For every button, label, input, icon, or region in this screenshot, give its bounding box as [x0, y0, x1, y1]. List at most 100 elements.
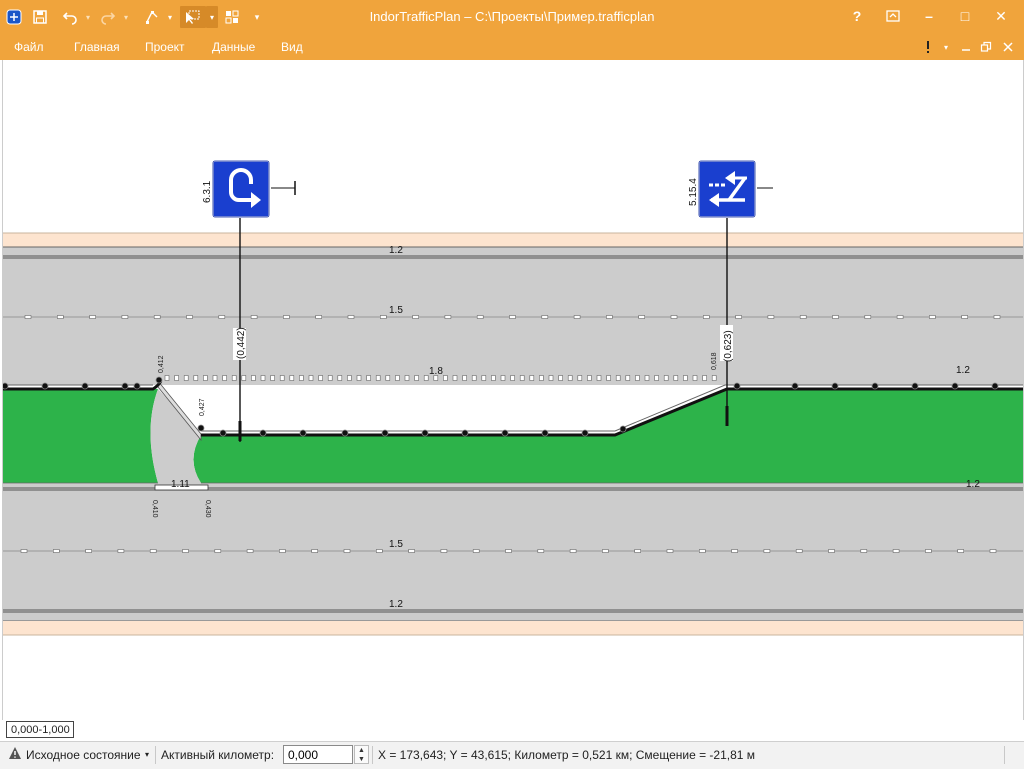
kerb-point[interactable]	[155, 376, 163, 384]
dash-mark	[596, 375, 602, 381]
km-label: Активный километр:	[161, 748, 275, 762]
dash-mark	[476, 315, 484, 319]
dash-mark	[799, 315, 807, 319]
dash-mark	[767, 315, 775, 319]
shoulder-top	[3, 233, 1023, 247]
close-button[interactable]: ✕	[984, 4, 1018, 28]
km-input[interactable]	[283, 745, 353, 764]
kerb-point[interactable]	[581, 429, 589, 437]
dash-mark	[404, 375, 410, 381]
doc-restore-icon[interactable]	[976, 37, 996, 57]
dash-mark	[569, 549, 577, 553]
warning-indicator-icon[interactable]	[918, 37, 938, 57]
redo-dropdown-icon[interactable]: ▾	[120, 6, 132, 28]
menu-bar: Файл Главная Проект Данные Вид ▾	[0, 34, 1024, 60]
kerb-point[interactable]	[951, 382, 959, 390]
spin-down-icon[interactable]: ▼	[355, 755, 368, 764]
kerb-point[interactable]	[133, 382, 141, 390]
edit-points-icon[interactable]	[142, 6, 162, 28]
help-button[interactable]: ?	[840, 4, 874, 28]
kerb-point[interactable]	[299, 429, 307, 437]
dash-mark	[117, 549, 125, 553]
state-selector[interactable]: Исходное состояние	[26, 748, 141, 762]
menu-project[interactable]: Проект	[145, 40, 185, 54]
kerb-point[interactable]	[991, 382, 999, 390]
maximize-button[interactable]: □	[948, 4, 982, 28]
dash-mark	[961, 315, 969, 319]
kerb-point[interactable]	[541, 429, 549, 437]
menu-data[interactable]: Данные	[212, 40, 255, 54]
dash-mark	[347, 375, 352, 381]
dash-mark	[795, 549, 803, 553]
undo-icon[interactable]	[60, 6, 80, 28]
sign-code-1: 6.3.1	[202, 180, 213, 203]
doc-close-icon[interactable]	[998, 37, 1018, 57]
zoom-range-field[interactable]: 0,000-1,000	[6, 721, 74, 738]
kerb-point[interactable]	[341, 429, 349, 437]
spin-up-icon[interactable]: ▲	[355, 746, 368, 755]
kerb-point[interactable]	[197, 424, 205, 432]
kerb-point[interactable]	[259, 429, 267, 437]
kerb-point[interactable]	[81, 382, 89, 390]
km-spinner[interactable]: ▲ ▼	[354, 745, 369, 764]
sign-offset-1: (0,442)	[236, 327, 247, 359]
marking-label-bottom-edge: 1.2	[389, 599, 403, 610]
objects-icon[interactable]	[222, 6, 242, 28]
dash-mark	[52, 549, 60, 553]
plan-canvas[interactable]: 1.11 0,412 0,427 0,618 0,410 0,430 1.2 1…	[2, 60, 1024, 720]
kerb-point[interactable]	[381, 429, 389, 437]
dash-mark	[279, 375, 285, 381]
doc-minimize-icon[interactable]	[956, 37, 976, 57]
app-logo-icon[interactable]	[4, 6, 24, 28]
dash-mark	[606, 375, 611, 381]
kerb-point[interactable]	[733, 382, 741, 390]
select-tool-dropdown-icon[interactable]: ▾	[206, 6, 218, 28]
dash-mark	[606, 315, 613, 319]
warning-dropdown-icon[interactable]: ▾	[936, 37, 956, 57]
dash-mark	[500, 375, 506, 381]
status-separator-3	[1004, 746, 1005, 764]
menu-view[interactable]: Вид	[281, 40, 303, 54]
dash-mark	[24, 315, 32, 319]
kerb-point[interactable]	[219, 429, 227, 437]
dash-mark	[537, 549, 545, 553]
menu-home[interactable]: Главная	[74, 40, 120, 54]
dash-mark	[481, 375, 487, 381]
dash-mark	[567, 375, 573, 381]
undo-dropdown-icon[interactable]: ▾	[82, 6, 94, 28]
kerb-point[interactable]	[619, 425, 627, 433]
dash-mark	[625, 375, 631, 381]
menu-file[interactable]: Файл	[14, 40, 44, 54]
warning-icon[interactable]	[8, 746, 22, 763]
dash-mark	[308, 375, 314, 381]
kerb-point[interactable]	[41, 382, 49, 390]
kerb-point[interactable]	[501, 429, 509, 437]
state-dropdown-icon[interactable]: ▾	[145, 750, 149, 759]
dash-mark	[993, 315, 1001, 319]
dash-mark	[541, 315, 549, 319]
dash-mark	[414, 375, 419, 381]
save-icon[interactable]	[30, 6, 50, 28]
dash-mark	[638, 315, 646, 319]
dash-mark	[251, 375, 256, 381]
redo-icon[interactable]	[98, 6, 118, 28]
dash-mark	[174, 375, 179, 381]
kerb-point[interactable]	[831, 382, 839, 390]
ribbon-display-button[interactable]	[876, 4, 910, 28]
dash-mark	[318, 375, 323, 381]
minimize-button[interactable]: –	[912, 4, 946, 28]
select-tool-icon[interactable]	[180, 6, 206, 28]
kerb-point[interactable]	[121, 382, 129, 390]
kerb-point[interactable]	[421, 429, 429, 437]
marking-label-median: 1.8	[429, 366, 443, 377]
dash-mark	[183, 375, 189, 381]
dash-mark	[299, 375, 304, 381]
kerb-point[interactable]	[3, 382, 9, 390]
kerb-point[interactable]	[791, 382, 799, 390]
kerb-point[interactable]	[871, 382, 879, 390]
status-bar: Исходное состояние ▾ Активный километр: …	[0, 741, 1024, 769]
kerb-point[interactable]	[911, 382, 919, 390]
kerb-point[interactable]	[461, 429, 469, 437]
edit-points-dropdown-icon[interactable]: ▾	[164, 6, 176, 28]
customize-toolbar-icon[interactable]: ▾	[250, 6, 264, 28]
